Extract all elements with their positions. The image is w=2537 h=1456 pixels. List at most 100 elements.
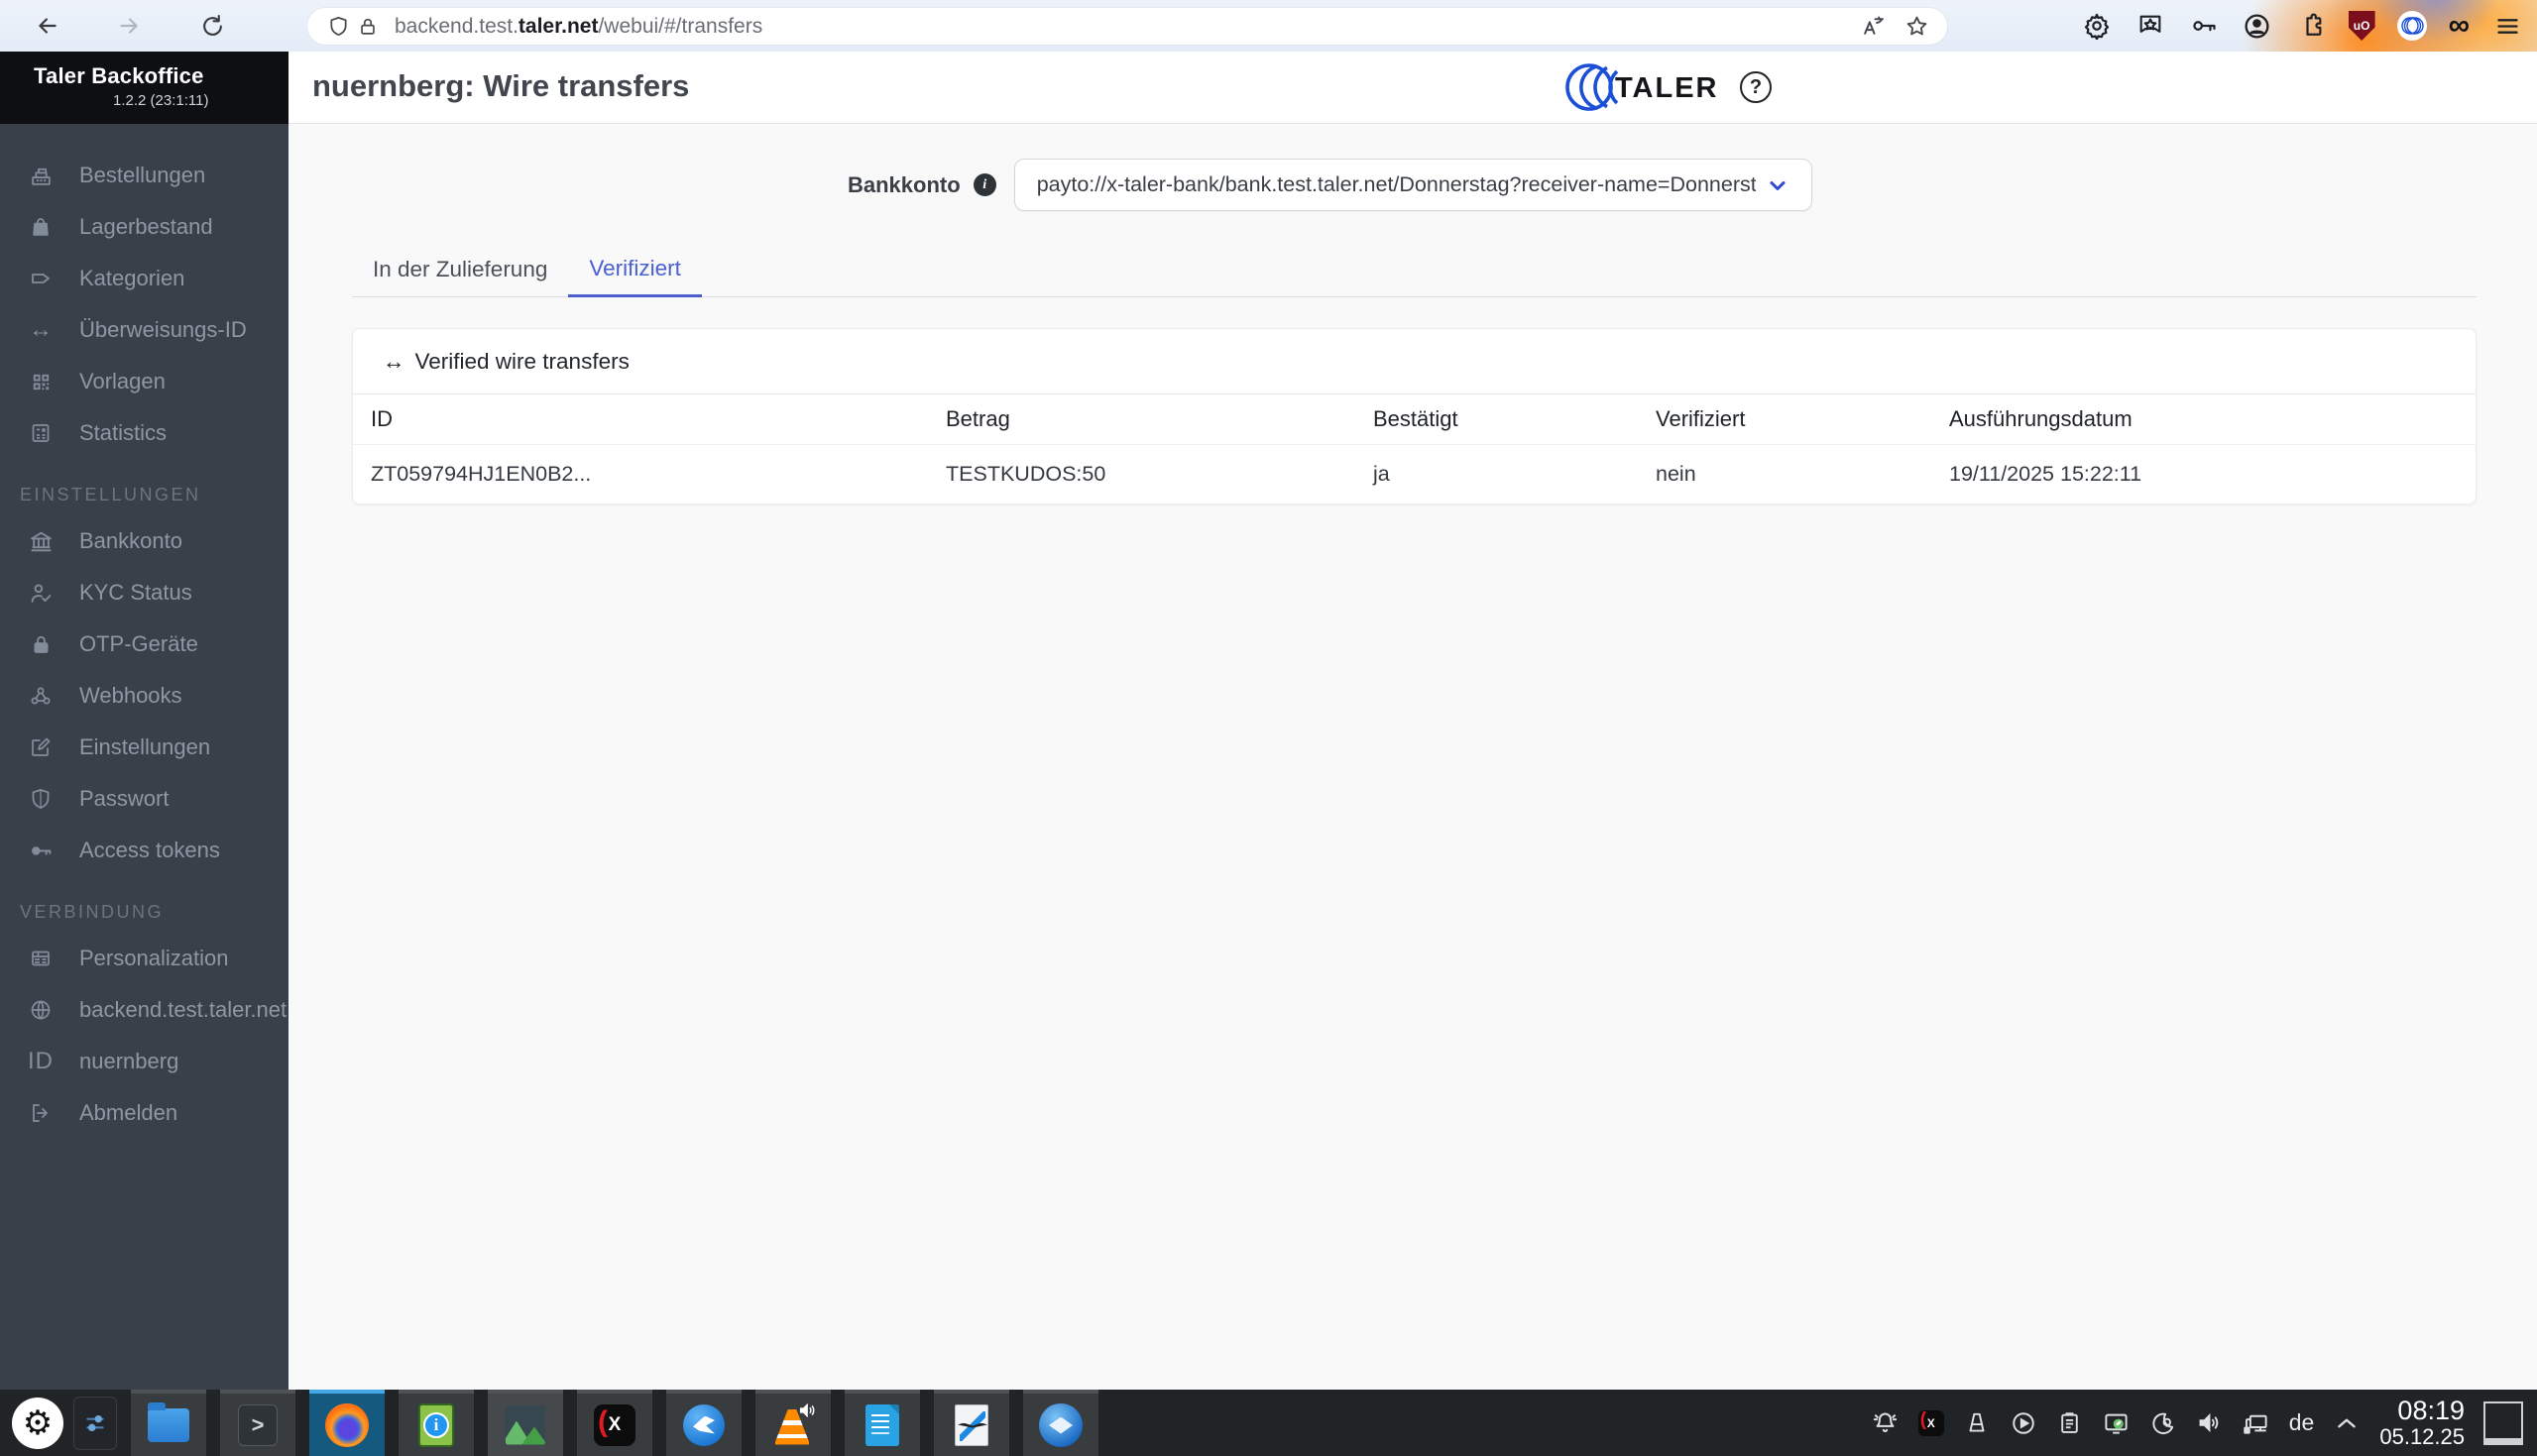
column-header-bestaetigt: Bestätigt [1373, 406, 1458, 431]
taskbar: ⚙ > i (X (X de 08:19 05.12.25 [0, 1390, 2537, 1456]
taskbar-system-info[interactable]: i [399, 1390, 474, 1456]
extension-star-badge-icon[interactable] [2134, 10, 2166, 42]
tracking-shield-icon[interactable] [323, 12, 353, 42]
tab-verifiziert[interactable]: Verifiziert [568, 242, 702, 297]
cell-verifiziert: nein [1656, 462, 1696, 486]
taskbar-office-writer[interactable] [934, 1390, 1009, 1456]
sidebar-item-ueberweisungs-id[interactable]: ↔ Überweisungs-ID [0, 304, 288, 356]
notifications-bell-icon[interactable] [1872, 1409, 1900, 1437]
tab-in-der-zulieferung[interactable]: In der Zulieferung [352, 242, 568, 296]
sidebar-item-personalization[interactable]: Personalization [0, 933, 288, 984]
webhook-icon [26, 681, 56, 711]
vlc-tray-icon[interactable] [1963, 1409, 1991, 1437]
section-label-verbindung: VERBINDUNG [20, 902, 165, 922]
taskbar-vlc[interactable] [755, 1390, 831, 1456]
sidebar-item-kyc-status[interactable]: KYC Status [0, 567, 288, 618]
table-row[interactable]: ZT059794HJ1EN0B2... TESTKUDOS:50 ja nein… [353, 445, 2476, 504]
volume-icon[interactable] [2196, 1409, 2224, 1437]
logout-icon [26, 1098, 56, 1128]
network-icon[interactable] [2243, 1409, 2270, 1437]
tray-expander-chevron-icon[interactable] [2333, 1409, 2361, 1437]
settings-sliders-icon[interactable] [73, 1396, 117, 1450]
cell-ausfuehrungsdatum: 19/11/2025 15:22:11 [1949, 462, 2142, 486]
info-icon[interactable]: i [973, 173, 996, 196]
help-icon[interactable]: ? [1740, 71, 1772, 103]
url-bar[interactable]: backend.test.taler.net/webui/#/transfers [307, 8, 1947, 45]
taler-logo: TALER [1561, 59, 1720, 115]
sidebar-item-vorlagen[interactable]: Vorlagen [0, 356, 288, 407]
lock-icon [26, 629, 56, 659]
transfer-arrows-icon: ↔ [29, 316, 53, 343]
cell-betrag: TESTKUDOS:50 [946, 462, 1106, 486]
globe-icon [26, 995, 56, 1025]
sidebar-item-statistics[interactable]: Statistics [0, 407, 288, 459]
bookmark-star-icon[interactable] [1902, 12, 1931, 42]
clipboard-manager-icon[interactable] [2056, 1409, 2084, 1437]
taskbar-thunderbird[interactable] [1023, 1390, 1098, 1456]
sidebar-item-backend-host[interactable]: backend.test.taler.net [0, 984, 288, 1036]
thunderbird-icon [1039, 1402, 1083, 1447]
firefox-icon [325, 1402, 369, 1447]
sidebar-item-lagerbestand[interactable]: Lagerbestand [0, 201, 288, 253]
taskbar-terminal[interactable]: > [220, 1390, 295, 1456]
password-key-icon[interactable] [2188, 10, 2220, 42]
taskbar-text-editor[interactable] [845, 1390, 920, 1456]
image-viewer-icon [506, 1404, 545, 1445]
lock-icon[interactable] [353, 12, 383, 42]
sidebar-item-instance-id[interactable]: ID nuernberg [0, 1036, 288, 1087]
wire-transfers-card: ↔ Verified wire transfers ID Betrag Best… [352, 328, 2477, 504]
infinity-extension-icon[interactable]: ∞ [2449, 11, 2470, 41]
sidebar-item-bankkonto[interactable]: Bankkonto [0, 515, 288, 567]
sidebar-item-einstellungen[interactable]: Einstellungen [0, 722, 288, 773]
falkon-browser-icon [683, 1403, 725, 1446]
media-play-icon[interactable] [2010, 1409, 2037, 1437]
volume-overlay-icon [799, 1402, 815, 1417]
file-manager-icon [148, 1401, 189, 1442]
shield-icon [26, 784, 56, 814]
sidebar-header: Taler Backoffice 1.2.2 (23:1:11) [0, 52, 288, 124]
sidebar-item-kategorien[interactable]: Kategorien [0, 253, 288, 304]
column-header-betrag: Betrag [946, 406, 1010, 431]
xterm-tray-icon[interactable]: (X [1917, 1409, 1944, 1436]
menu-hamburger-icon[interactable] [2491, 10, 2523, 42]
sidebar-item-otp-geraete[interactable]: OTP-Geräte [0, 618, 288, 670]
system-info-icon: i [418, 1402, 454, 1447]
power-manager-icon[interactable] [2103, 1409, 2131, 1437]
forward-button[interactable] [111, 8, 147, 44]
taskbar-file-manager[interactable] [131, 1390, 206, 1456]
clock-time: 08:19 [2397, 1395, 2465, 1425]
taskbar-image-viewer[interactable] [488, 1390, 563, 1456]
sidebar-item-passwort[interactable]: Passwort [0, 773, 288, 825]
taler-wallet-icon[interactable] [2396, 11, 2427, 41]
layout-card-icon [26, 944, 56, 973]
sidebar-item-abmelden[interactable]: Abmelden [0, 1087, 288, 1139]
extensions-puzzle-icon[interactable] [2295, 10, 2327, 42]
settings-gear-icon[interactable] [2081, 10, 2113, 42]
app-launcher-button[interactable]: ⚙ [12, 1397, 63, 1449]
ublock-origin-icon[interactable]: uO [2348, 11, 2375, 41]
bank-account-select[interactable]: payto://x-taler-bank/bank.test.taler.net… [1013, 159, 1812, 211]
office-writer-icon [955, 1403, 988, 1446]
taskbar-xterm[interactable]: (X [577, 1390, 652, 1456]
clock[interactable]: 08:19 05.12.25 [2379, 1395, 2465, 1450]
account-icon[interactable] [2242, 10, 2273, 42]
taler-logo-text: TALER [1615, 72, 1719, 104]
terminal-icon: > [238, 1403, 278, 1446]
night-light-icon[interactable] [2149, 1409, 2177, 1437]
sidebar-item-bestellungen[interactable]: Bestellungen [0, 150, 288, 201]
sidebar-item-access-tokens[interactable]: Access tokens [0, 825, 288, 876]
shopping-bag-icon [26, 212, 56, 242]
reload-button[interactable] [194, 8, 230, 44]
bank-icon [26, 526, 56, 556]
clock-date: 05.12.25 [2379, 1424, 2465, 1450]
taskbar-firefox[interactable] [309, 1390, 385, 1456]
column-header-ausfuehrungsdatum: Ausführungsdatum [1949, 406, 2133, 431]
text-editor-icon [865, 1403, 899, 1446]
back-button[interactable] [30, 8, 65, 44]
taskbar-falkon-browser[interactable] [666, 1390, 742, 1456]
sidebar-item-webhooks[interactable]: Webhooks [0, 670, 288, 722]
show-desktop-button[interactable] [2483, 1400, 2523, 1445]
table-header-row: ID Betrag Bestätigt Verifiziert Ausführu… [353, 394, 2476, 445]
translate-icon[interactable] [1858, 12, 1888, 42]
keyboard-layout-indicator[interactable]: de [2289, 1409, 2315, 1436]
